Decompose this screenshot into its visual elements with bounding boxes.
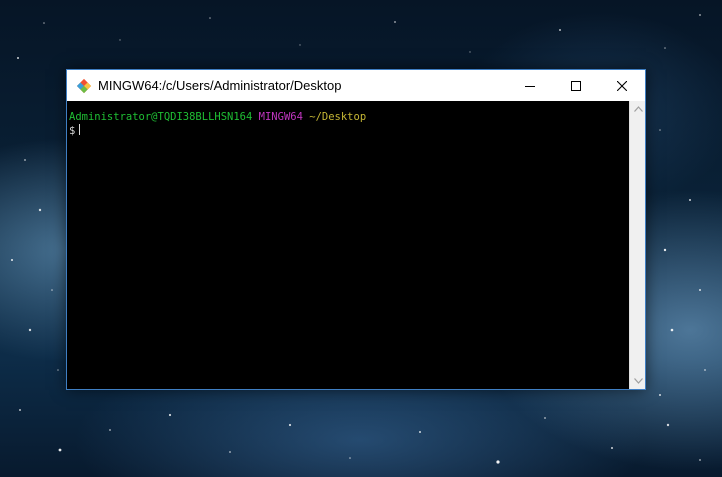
chevron-down-icon (633, 378, 643, 384)
prompt-user: Administrator@TQDI38BLLHSN164 (69, 111, 253, 123)
vertical-scrollbar[interactable] (629, 101, 645, 389)
text-cursor (79, 124, 81, 135)
git-icon (76, 78, 92, 93)
close-button[interactable] (599, 70, 645, 101)
close-icon (617, 80, 627, 91)
maximize-button[interactable] (553, 70, 599, 101)
scroll-up-button[interactable] (630, 101, 646, 117)
maximize-icon (571, 80, 581, 91)
prompt-path: ~/Desktop (309, 111, 367, 123)
minimize-icon (525, 85, 535, 87)
terminal-window[interactable]: MINGW64:/c/Users/Administrator/Desktop A… (66, 69, 646, 390)
chevron-up-icon (633, 106, 643, 112)
minimize-button[interactable] (507, 70, 553, 101)
window-controls (507, 70, 645, 101)
command-line[interactable]: $ (69, 124, 629, 138)
prompt-symbol: $ (69, 125, 76, 137)
title-bar[interactable]: MINGW64:/c/Users/Administrator/Desktop (67, 70, 645, 101)
window-title: MINGW64:/c/Users/Administrator/Desktop (98, 78, 342, 93)
prompt-system: MINGW64 (258, 111, 303, 123)
prompt-line: Administrator@TQDI38BLLHSN164 MINGW64 ~/… (69, 111, 629, 124)
scroll-down-button[interactable] (630, 373, 646, 389)
terminal-output[interactable]: Administrator@TQDI38BLLHSN164 MINGW64 ~/… (67, 101, 629, 389)
